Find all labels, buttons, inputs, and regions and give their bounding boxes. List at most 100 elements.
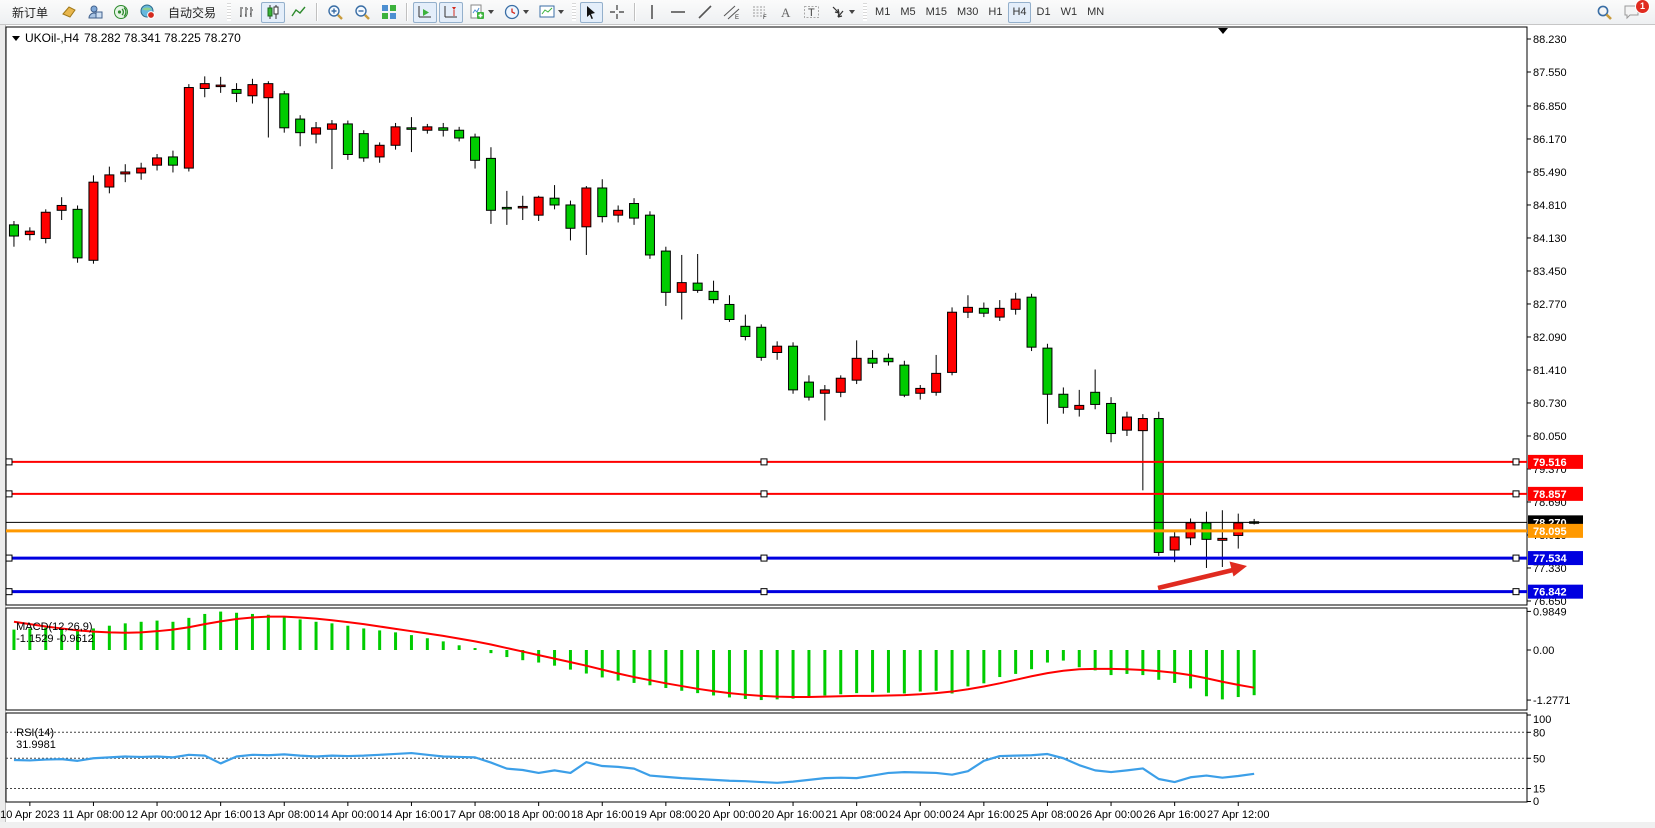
line-chart-button[interactable] xyxy=(287,2,311,23)
vertical-line-button[interactable] xyxy=(641,2,663,23)
timeframe-w1[interactable]: W1 xyxy=(1057,2,1082,23)
candle-body xyxy=(1170,537,1179,550)
svg-text:19 Apr 08:00: 19 Apr 08:00 xyxy=(635,809,697,821)
line-handle[interactable] xyxy=(6,459,12,465)
candle-body xyxy=(121,172,130,174)
line-handle[interactable] xyxy=(1513,491,1519,497)
candle-body xyxy=(375,145,384,157)
svg-text:0.9849: 0.9849 xyxy=(1533,606,1567,618)
crosshair-button[interactable] xyxy=(605,2,629,23)
notifications-button[interactable]: 1 xyxy=(1619,2,1645,23)
svg-text:50: 50 xyxy=(1533,753,1545,765)
candle-body xyxy=(423,127,432,130)
svg-text:E: E xyxy=(735,15,739,20)
crosshair-icon xyxy=(609,4,625,20)
search-button[interactable] xyxy=(1592,2,1617,23)
text-label-button[interactable]: T xyxy=(799,2,824,23)
person-icon xyxy=(87,4,103,20)
candle-body xyxy=(868,358,877,363)
bar-chart-button[interactable] xyxy=(235,2,259,23)
candle-body xyxy=(105,175,114,187)
text-button[interactable]: A xyxy=(775,2,797,23)
candle-body xyxy=(916,388,925,393)
line-handle[interactable] xyxy=(761,589,767,595)
svg-text:18 Apr 00:00: 18 Apr 00:00 xyxy=(507,809,569,821)
new-order-button[interactable]: 新订单 xyxy=(5,2,55,23)
svg-text:20 Apr 00:00: 20 Apr 00:00 xyxy=(698,809,760,821)
timeframe-h1[interactable]: H1 xyxy=(984,2,1006,23)
zoom-out-button[interactable] xyxy=(350,2,375,23)
toolbar-separator xyxy=(316,3,318,21)
auto-trading-button[interactable]: 自动交易 xyxy=(161,2,223,23)
candle-body xyxy=(153,158,162,165)
period-button[interactable] xyxy=(500,2,533,23)
line-handle[interactable] xyxy=(761,491,767,497)
chart-title[interactable]: UKOil-,H4 78.282 78.341 78.225 78.270 xyxy=(12,31,241,45)
timeframe-m5[interactable]: M5 xyxy=(896,2,919,23)
candle-body xyxy=(41,212,50,238)
cursor-button[interactable] xyxy=(580,2,603,23)
line-handle[interactable] xyxy=(761,555,767,561)
candle-body xyxy=(1011,299,1020,309)
toolbar-grip xyxy=(863,3,867,21)
tile-windows-button[interactable] xyxy=(377,2,401,23)
zoom-in-button[interactable] xyxy=(323,2,348,23)
timeframe-mn[interactable]: MN xyxy=(1083,2,1108,23)
line-handle[interactable] xyxy=(6,491,12,497)
arrows-button[interactable] xyxy=(826,2,859,23)
timeframe-h4[interactable]: H4 xyxy=(1008,2,1030,23)
svg-text:24 Apr 16:00: 24 Apr 16:00 xyxy=(953,809,1015,821)
candle-body xyxy=(645,215,654,255)
zoom-out-icon xyxy=(354,4,371,21)
svg-text:F: F xyxy=(763,15,767,20)
timeframe-d1[interactable]: D1 xyxy=(1033,2,1055,23)
svg-text:80: 80 xyxy=(1533,727,1545,739)
candle-body xyxy=(630,204,639,219)
svg-text:10 Apr 2023: 10 Apr 2023 xyxy=(0,809,59,821)
templates-button[interactable] xyxy=(535,2,568,23)
line-handle[interactable] xyxy=(6,589,12,595)
signals-button[interactable] xyxy=(109,2,133,23)
line-handle[interactable] xyxy=(1513,459,1519,465)
candle-body xyxy=(598,188,607,217)
fibonacci-button[interactable]: F xyxy=(747,2,773,23)
svg-text:83.450: 83.450 xyxy=(1533,266,1567,278)
main-toolbar: 新订单 自动交易 xyxy=(0,0,1655,25)
market-depth-icon[interactable] xyxy=(57,2,81,23)
candle-body xyxy=(486,158,495,210)
candle-body xyxy=(932,373,941,392)
trendline-button[interactable] xyxy=(693,2,717,23)
profile-button[interactable] xyxy=(83,2,107,23)
timeframe-m15[interactable]: M15 xyxy=(922,2,951,23)
svg-text:80.730: 80.730 xyxy=(1533,398,1567,410)
auto-scroll-button[interactable] xyxy=(413,2,437,23)
svg-text:11 Apr 08:00: 11 Apr 08:00 xyxy=(63,809,125,821)
community-button[interactable] xyxy=(135,2,159,23)
symbol-dropdown-icon[interactable] xyxy=(12,36,20,41)
horizontal-line-button[interactable] xyxy=(665,2,691,23)
line-handle[interactable] xyxy=(761,459,767,465)
candle-body xyxy=(407,128,416,130)
svg-text:14 Apr 00:00: 14 Apr 00:00 xyxy=(317,809,379,821)
line-handle[interactable] xyxy=(1513,589,1519,595)
candlestick-chart-button[interactable] xyxy=(261,2,285,23)
line-handle[interactable] xyxy=(6,555,12,561)
candle-body xyxy=(677,283,686,293)
text-a-icon: A xyxy=(779,5,793,20)
candle-body xyxy=(455,130,464,138)
timeframe-m1[interactable]: M1 xyxy=(871,2,894,23)
channel-button[interactable]: E xyxy=(719,2,745,23)
timeframe-m30[interactable]: M30 xyxy=(953,2,982,23)
signals-icon xyxy=(113,4,129,20)
candle-body xyxy=(264,84,273,98)
candle-body xyxy=(518,206,527,208)
chart-shift-button[interactable] xyxy=(439,2,463,23)
chevron-down-icon xyxy=(849,10,855,14)
chart-canvas[interactable]: 88.23087.55086.85086.17085.49084.81084.1… xyxy=(0,25,1655,828)
svg-text:81.410: 81.410 xyxy=(1533,365,1567,377)
trendline-icon xyxy=(697,4,713,20)
indicators-button[interactable] xyxy=(465,2,498,23)
line-handle[interactable] xyxy=(1513,555,1519,561)
equidistant-channel-icon: E xyxy=(723,4,741,20)
candle-body xyxy=(89,182,98,260)
